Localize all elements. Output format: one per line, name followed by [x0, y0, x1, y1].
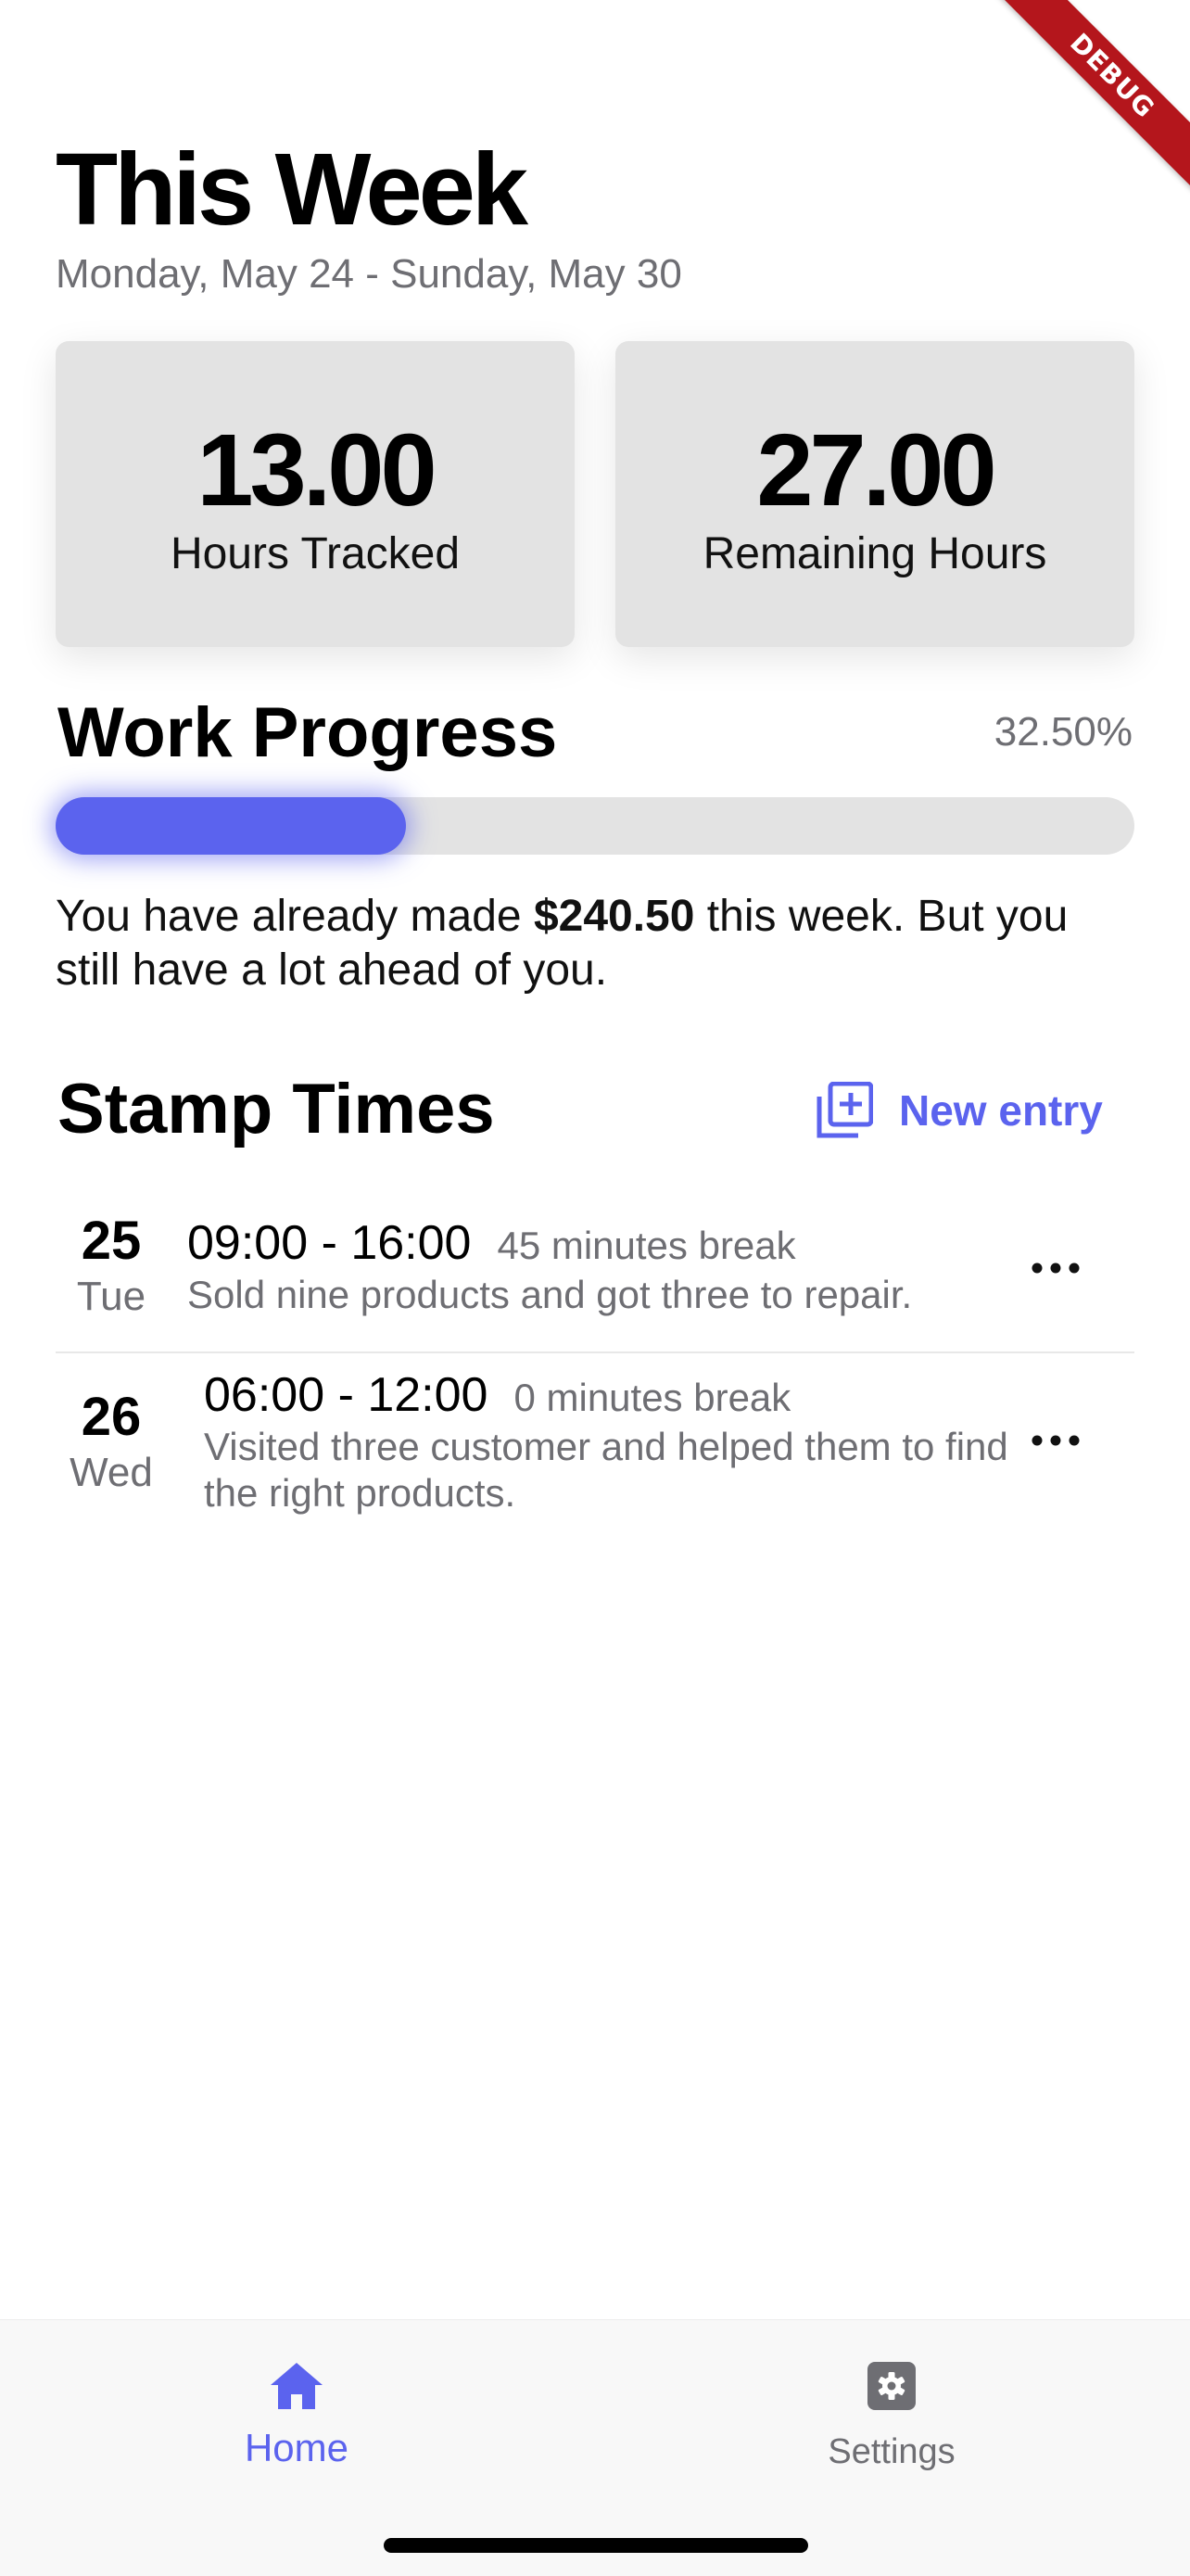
progress-bar — [56, 797, 1134, 855]
hours-tracked-value: 13.00 — [196, 413, 437, 527]
entry-date: 26 Wed — [56, 1387, 167, 1498]
stamp-entry[interactable]: 26 Wed 06:00 - 12:00 0 minutes break Visi… — [56, 1368, 1134, 1526]
entry-weekday: Tue — [76, 1274, 146, 1319]
hours-tracked-card: 13.00 Hours Tracked — [56, 341, 575, 647]
nav-settings[interactable]: Settings — [753, 2354, 1031, 2478]
entry-time: 09:00 - 16:00 — [187, 1216, 472, 1270]
progress-bar-fill — [56, 797, 407, 855]
new-entry-button[interactable]: New entry — [816, 1075, 1103, 1146]
entry-day: 26 — [81, 1387, 142, 1447]
more-horizontal-icon — [1032, 1434, 1080, 1451]
earnings-summary: You have already made $240.50 this week.… — [56, 890, 1121, 997]
entry-description: Visited three customer and helped them t… — [204, 1425, 1008, 1515]
nav-settings-label: Settings — [828, 2432, 956, 2471]
entry-weekday: Wed — [70, 1450, 153, 1495]
home-indicator — [384, 2538, 808, 2553]
work-progress-heading: Work Progress — [57, 693, 558, 772]
remaining-hours-value: 27.00 — [756, 413, 996, 527]
entry-break: 45 minutes break — [497, 1224, 796, 1267]
entry-more-button[interactable] — [1023, 1242, 1088, 1298]
entry-divider — [56, 1351, 1134, 1353]
week-range: Monday, May 24 - Sunday, May 30 — [56, 251, 682, 297]
entry-break: 0 minutes break — [513, 1376, 791, 1419]
more-horizontal-icon — [1032, 1262, 1080, 1278]
entry-body: 09:00 - 16:00 45 minutes break Sold nine … — [187, 1214, 1003, 1318]
new-entry-label: New entry — [899, 1086, 1103, 1135]
home-icon — [158, 2354, 436, 2418]
debug-banner: DEBUG — [997, 0, 1190, 191]
progress-percent: 32.50% — [994, 709, 1133, 755]
entry-time: 06:00 - 12:00 — [204, 1368, 488, 1422]
nav-home[interactable]: Home — [158, 2354, 436, 2474]
entry-more-button[interactable] — [1023, 1415, 1088, 1470]
entry-date: 25 Tue — [56, 1211, 167, 1322]
stamp-entry[interactable]: 25 Tue 09:00 - 16:00 45 minutes break Sol… — [56, 1211, 1134, 1340]
page-title: This Week — [56, 133, 528, 247]
hours-tracked-label: Hours Tracked — [170, 529, 461, 578]
entry-body: 06:00 - 12:00 0 minutes break Visited thr… — [204, 1366, 1057, 1516]
add-box-icon — [816, 1082, 873, 1139]
earnings-prefix: You have already made — [56, 892, 534, 941]
entry-description: Sold nine products and got three to repa… — [187, 1273, 913, 1316]
nav-home-label: Home — [244, 2426, 349, 2469]
entry-day: 25 — [81, 1211, 142, 1271]
stamp-times-heading: Stamp Times — [57, 1070, 495, 1148]
remaining-hours-label: Remaining Hours — [703, 529, 1047, 578]
earnings-amount: $240.50 — [533, 892, 695, 941]
gear-icon — [753, 2354, 1031, 2418]
remaining-hours-card: 27.00 Remaining Hours — [615, 341, 1134, 647]
